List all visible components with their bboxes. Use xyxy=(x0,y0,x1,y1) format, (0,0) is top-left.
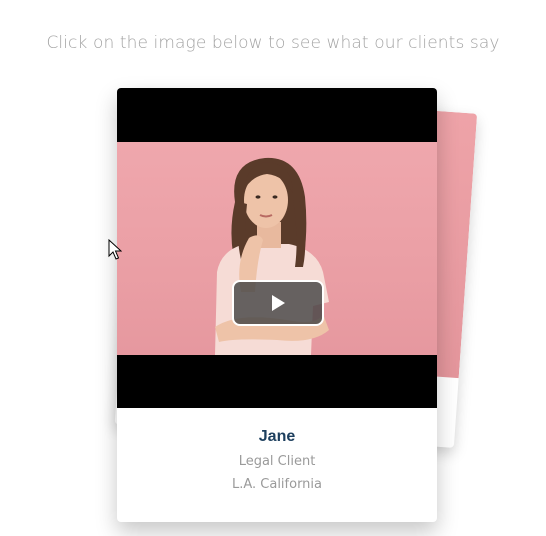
intro-text: Click on the image below to see what our… xyxy=(46,33,500,53)
video-player[interactable] xyxy=(117,88,437,408)
testimonial-card[interactable]: Jane Legal Client L.A. California xyxy=(117,88,437,522)
client-name: Jane xyxy=(258,428,296,445)
mouse-cursor-icon xyxy=(108,239,122,260)
client-location: L.A. California xyxy=(231,477,323,492)
testimonial-info: Jane Legal Client L.A. California xyxy=(117,408,437,492)
client-role: Legal Client xyxy=(238,454,316,469)
play-button[interactable] xyxy=(232,280,324,326)
play-icon xyxy=(272,295,285,311)
video-thumbnail[interactable] xyxy=(117,142,437,355)
